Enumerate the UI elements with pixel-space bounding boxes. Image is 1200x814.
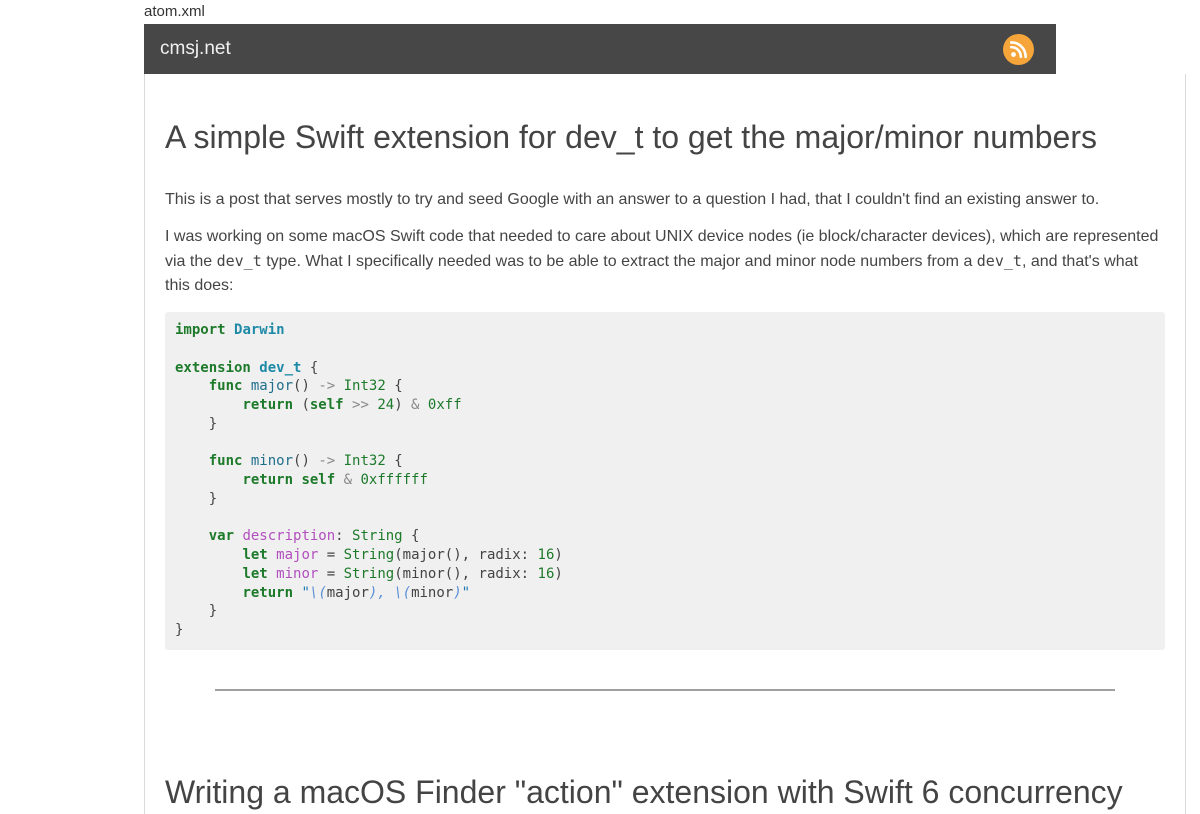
code-token: major bbox=[402, 547, 445, 563]
code-token: minor bbox=[411, 584, 454, 601]
code-token: var bbox=[208, 528, 235, 545]
code-token: minor bbox=[402, 565, 445, 582]
code-token: let bbox=[242, 565, 268, 582]
post-paragraph: This is a post that serves mostly to try… bbox=[165, 191, 1100, 208]
code-token: ) bbox=[453, 584, 462, 601]
code-token: 24 bbox=[377, 397, 395, 413]
code-token: 0xff bbox=[427, 397, 462, 413]
code-token: return bbox=[242, 472, 294, 488]
code-token: func bbox=[208, 378, 243, 395]
atom-feed-link[interactable]: atom.xml bbox=[144, 3, 205, 20]
code-token: \( bbox=[394, 584, 412, 601]
code-token: >> bbox=[352, 397, 369, 413]
code-token: extension bbox=[175, 359, 251, 376]
code-token: -> bbox=[318, 378, 336, 395]
code-token: description bbox=[242, 528, 336, 545]
code-token: func bbox=[208, 453, 243, 470]
code-block: import Darwin extension dev_t { func maj… bbox=[165, 312, 1165, 650]
code-token: radix bbox=[478, 547, 521, 563]
code-token: Int32 bbox=[343, 378, 386, 395]
code-token: minor bbox=[276, 565, 319, 582]
code-token: major bbox=[250, 378, 294, 395]
code-token: import bbox=[175, 322, 226, 338]
code-token: return bbox=[242, 584, 294, 601]
code-token: & bbox=[411, 397, 420, 413]
code-token: 16 bbox=[537, 565, 555, 582]
main-content: A simple Swift extension for dev_t to ge… bbox=[144, 74, 1186, 814]
code-token: String bbox=[343, 565, 395, 582]
post-paragraph: I was working on some macOS Swift code t… bbox=[165, 225, 1165, 298]
code-token: self bbox=[301, 472, 336, 488]
code-token: major bbox=[326, 584, 369, 601]
code-token: return bbox=[242, 397, 294, 413]
code-token: radix bbox=[478, 565, 521, 582]
code-token: major bbox=[276, 547, 319, 563]
paragraph-text: type. What I specifically needed was to … bbox=[261, 253, 977, 270]
site-header: cmsj.net bbox=[144, 24, 1056, 74]
code-token: minor bbox=[250, 453, 294, 470]
post-separator bbox=[215, 689, 1115, 691]
code-token: Int32 bbox=[343, 453, 386, 470]
next-post-title[interactable]: Writing a macOS Finder "action" extensio… bbox=[165, 774, 1123, 811]
code-token: , bbox=[377, 584, 395, 601]
inline-code: dev_t bbox=[976, 252, 1022, 270]
code-token: dev_t bbox=[259, 359, 302, 376]
code-token: Darwin bbox=[234, 322, 285, 338]
rss-icon[interactable] bbox=[1003, 34, 1034, 65]
post-title[interactable]: A simple Swift extension for dev_t to ge… bbox=[165, 119, 1097, 156]
code-token: String bbox=[343, 547, 395, 563]
code-token: 16 bbox=[537, 547, 555, 563]
code-token: \( bbox=[309, 584, 327, 601]
code-token: self bbox=[309, 397, 344, 413]
code-token: String bbox=[352, 528, 403, 545]
code-token: -> bbox=[318, 453, 336, 470]
code-token: 0xffffff bbox=[360, 472, 428, 488]
site-title-link[interactable]: cmsj.net bbox=[160, 38, 231, 60]
inline-code: dev_t bbox=[216, 252, 262, 270]
code-token: & bbox=[343, 472, 353, 488]
code-token: let bbox=[242, 547, 268, 563]
